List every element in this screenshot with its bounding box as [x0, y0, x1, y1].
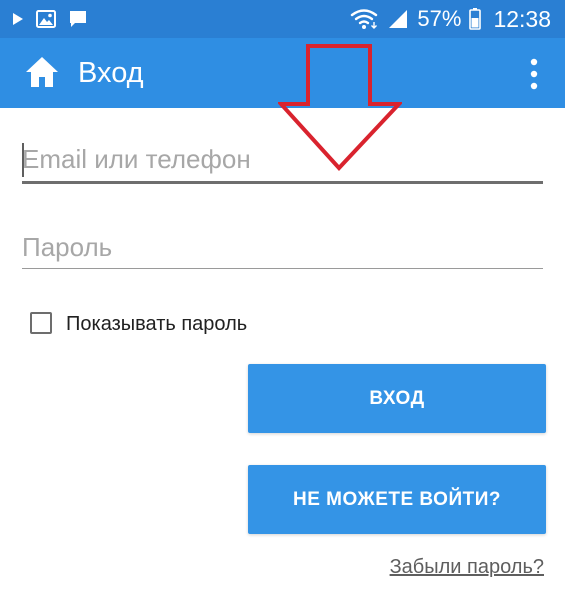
home-icon[interactable]: [24, 55, 60, 89]
show-password-checkbox[interactable]: [30, 312, 52, 334]
text-caret: [22, 143, 24, 177]
password-underline: [22, 268, 543, 269]
play-icon: [13, 13, 23, 25]
more-vert-icon[interactable]: [529, 58, 539, 90]
battery-icon: [469, 8, 482, 30]
password-field[interactable]: [22, 230, 542, 264]
down-arrow-annotation-icon: [278, 44, 402, 171]
status-time: 12:38: [493, 5, 551, 32]
cant-login-button[interactable]: НЕ МОЖЕТЕ ВОЙТИ?: [248, 465, 546, 534]
email-underline: [22, 181, 543, 184]
image-icon: [36, 10, 56, 28]
message-icon: [70, 11, 86, 27]
battery-percent: 57%: [417, 6, 462, 31]
page-title: Вход: [78, 57, 144, 89]
status-system: 57% 12:38: [349, 5, 551, 33]
forgot-password-link[interactable]: Забыли пароль?: [390, 554, 544, 580]
login-button[interactable]: ВХОД: [248, 364, 546, 433]
status-bar: 57% 12:38: [0, 0, 565, 38]
wifi-icon: [351, 9, 378, 29]
status-notifications: [12, 8, 88, 30]
show-password-label[interactable]: Показывать пароль: [66, 311, 247, 337]
signal-icon: [389, 10, 408, 28]
